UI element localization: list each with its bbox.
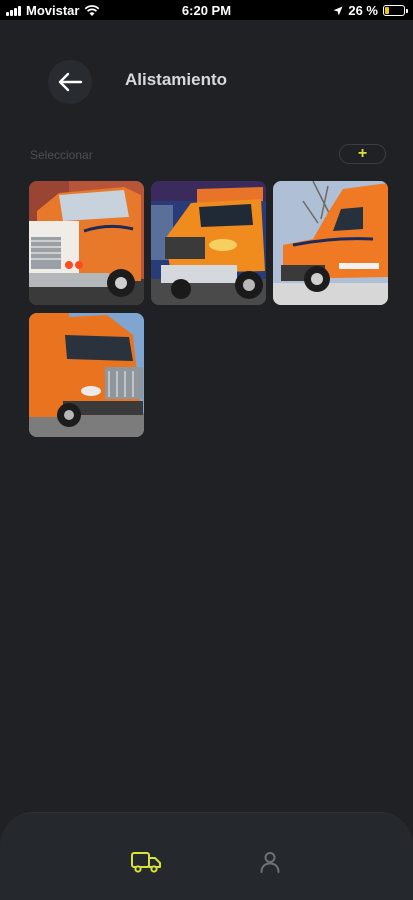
- truck-photo-2[interactable]: [151, 181, 266, 305]
- truck-image: [151, 181, 266, 305]
- bottom-nav: [0, 812, 413, 900]
- back-button[interactable]: [48, 60, 92, 104]
- nav-profile[interactable]: [252, 847, 288, 877]
- page-title: Alistamiento: [125, 70, 228, 89]
- truck-photo-1[interactable]: [29, 181, 144, 305]
- battery-percent: 26 %: [348, 3, 378, 18]
- truck-icon: [131, 852, 161, 873]
- location-arrow-icon: [333, 6, 343, 15]
- user-icon: [260, 852, 280, 873]
- status-bar: Movistar 6:20 PM 26 %: [0, 0, 413, 20]
- truck-image: [273, 181, 388, 305]
- add-button[interactable]: +: [339, 144, 386, 164]
- battery-icon: [383, 5, 408, 16]
- nav-vehicles[interactable]: [128, 847, 164, 877]
- status-right: 26 %: [333, 3, 408, 18]
- truck-image: [29, 313, 144, 437]
- add-button-label: +: [357, 145, 368, 162]
- battery-level: [385, 7, 390, 14]
- truck-photo-3[interactable]: [273, 181, 388, 305]
- truck-image: [29, 181, 144, 305]
- section-label: Seleccionar: [30, 148, 93, 162]
- truck-photo-4[interactable]: [29, 313, 144, 437]
- arrow-left-icon: [58, 72, 83, 92]
